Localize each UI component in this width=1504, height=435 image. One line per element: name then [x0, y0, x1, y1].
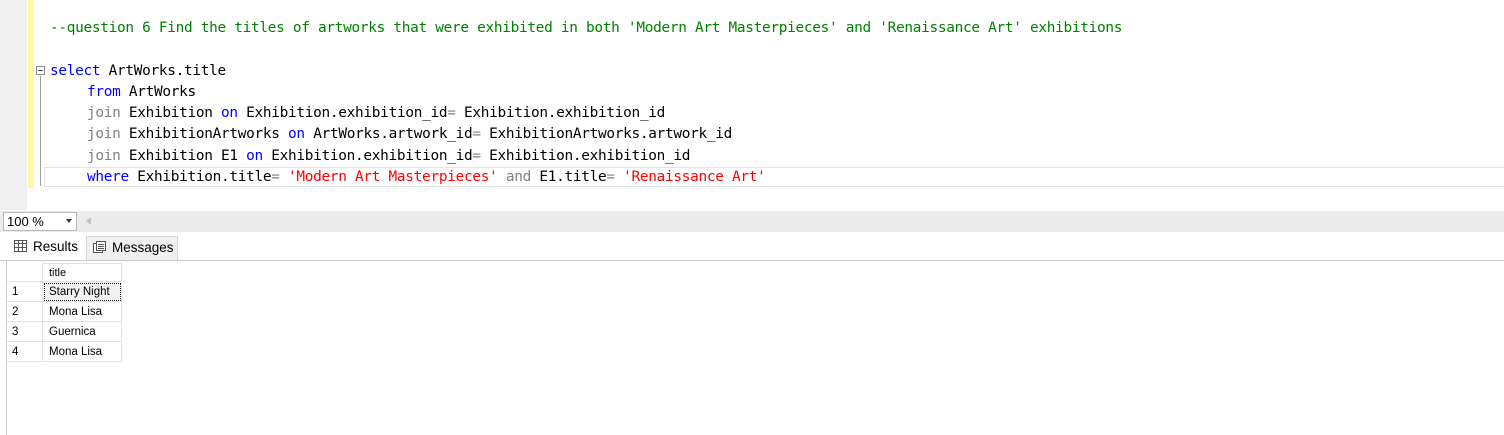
string-literal: 'Renaissance Art' [614, 169, 766, 185]
keyword-and: and [497, 169, 531, 185]
grid-cell[interactable]: Mona Lisa [42, 301, 122, 322]
grid-header-row: title [7, 263, 122, 282]
code-text: ExhibitionArtworks [120, 126, 289, 142]
code-text: Exhibition.exhibition_id [237, 105, 448, 121]
code-text: Exhibition E1 [120, 148, 247, 164]
keyword-select: select [50, 63, 101, 79]
operator-equals: = [447, 105, 456, 121]
grid-icon [14, 240, 27, 252]
table-row[interactable]: 4 Mona Lisa [7, 341, 122, 362]
tab-results-label: Results [33, 239, 79, 254]
grid-cell[interactable]: Starry Night [42, 281, 122, 302]
keyword-where: where [87, 169, 129, 185]
code-comment: --question 6 Find the titles of artworks… [50, 20, 1123, 36]
table-row[interactable]: 2 Mona Lisa [7, 301, 122, 322]
code-text: Exhibition.exhibition_id [480, 148, 691, 164]
row-number[interactable]: 1 [7, 281, 43, 302]
row-number[interactable]: 2 [7, 301, 43, 322]
scroll-left-arrow-icon[interactable] [86, 217, 91, 225]
row-number[interactable]: 4 [7, 341, 43, 362]
code-line-join-3: join Exhibition E1 on Exhibition.exhibit… [87, 146, 690, 167]
operator-equals: = [472, 126, 481, 142]
tab-messages[interactable]: Messages [86, 236, 178, 260]
row-header-corner[interactable] [7, 263, 43, 282]
zoom-bar: 100 % [0, 211, 1504, 232]
code-text: Exhibition.exhibition_id [455, 105, 665, 121]
code-text: ExhibitionArtworks.artwork_id [480, 126, 733, 142]
chevron-down-icon[interactable] [66, 219, 72, 223]
code-text: Exhibition.exhibition_id [262, 148, 473, 164]
grid-cell[interactable]: Guernica [42, 321, 122, 342]
zoom-select[interactable]: 100 % [3, 212, 77, 231]
results-grid[interactable]: title 1 Starry Night 2 Mona Lisa 3 Guern… [7, 263, 122, 362]
code-text: ArtWorks.artwork_id [304, 126, 473, 142]
grid-cell[interactable]: Mona Lisa [42, 341, 122, 362]
table-row[interactable]: 3 Guernica [7, 321, 122, 342]
keyword-join: join [87, 126, 121, 142]
zoom-value: 100 % [7, 214, 44, 229]
code-text: ArtWorks [120, 84, 196, 100]
table-row[interactable]: 1 Starry Night [7, 281, 122, 302]
code-text: E1.title [530, 169, 607, 185]
keyword-join: join [87, 148, 121, 164]
code-line-select: select ArtWorks.title [50, 61, 226, 82]
messages-icon [93, 241, 106, 253]
code-line-where: where Exhibition.title= 'Modern Art Mast… [87, 167, 766, 188]
code-line-from: from ArtWorks [87, 82, 196, 103]
operator-equals: = [606, 169, 615, 185]
change-tracking-bar [28, 0, 34, 188]
collapse-icon[interactable] [36, 66, 45, 75]
tab-results[interactable]: Results [6, 236, 84, 260]
results-tab-strip: Results Messages [0, 232, 1504, 261]
results-grid-area: title 1 Starry Night 2 Mona Lisa 3 Guern… [0, 261, 1504, 435]
column-header-title[interactable]: title [42, 263, 122, 282]
code-line-join-1: join Exhibition on Exhibition.exhibition… [87, 103, 665, 124]
operator-equals: = [472, 148, 481, 164]
outline-guide [40, 76, 41, 186]
keyword-join: join [87, 105, 121, 121]
code-line-join-2: join ExhibitionArtworks on ArtWorks.artw… [87, 124, 732, 145]
string-literal: 'Modern Art Masterpieces' [279, 169, 498, 185]
query-editor[interactable]: --question 6 Find the titles of artworks… [0, 0, 1504, 210]
tab-messages-label: Messages [112, 240, 174, 255]
code-text: ArtWorks.title [100, 63, 227, 79]
row-number[interactable]: 3 [7, 321, 43, 342]
keyword-on: on [246, 148, 263, 164]
operator-equals: = [271, 169, 280, 185]
code-text: Exhibition [120, 105, 222, 121]
keyword-on: on [288, 126, 305, 142]
keyword-on: on [221, 105, 238, 121]
code-text: Exhibition.title [128, 169, 272, 185]
editor-gutter [0, 0, 27, 210]
keyword-from: from [87, 84, 121, 100]
